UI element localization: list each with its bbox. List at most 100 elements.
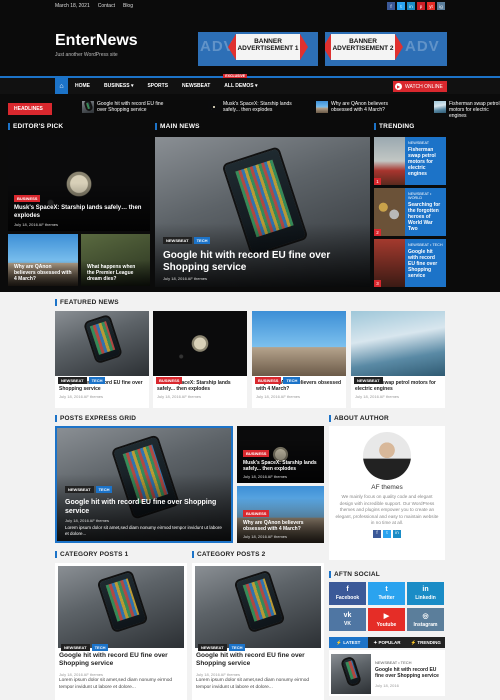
post-title[interactable]: Google hit with record EU fine over Shop… [196,652,320,668]
featured-news-title: FEATURED NEWS [55,299,119,306]
home-icon[interactable]: ⌂ [55,78,68,94]
post-excerpt: Lorem ipsum dolor sit amet,sed diam nonu… [59,678,173,690]
post-title[interactable]: Google hit with record EU fine over Shop… [408,249,443,279]
contact-link[interactable]: Contact [98,3,115,9]
facebook-icon[interactable]: f [387,2,395,10]
youtube-icon[interactable]: yt [427,2,435,10]
post-title[interactable]: Musk's SpaceX: Starship lands safely... … [243,460,318,472]
post-title[interactable]: Google hit with record EU fine over Shop… [59,652,183,668]
category-badge[interactable]: BUSINESS [14,195,41,202]
author-name: AF themes [371,484,403,491]
post-title[interactable]: Musk's SpaceX: Starship lands safely… th… [14,205,144,220]
youtube-button[interactable]: ▶ Youtube [368,608,405,631]
post-title[interactable]: Why are QAnon believers obsessed with 4 … [14,264,72,282]
express-grid-title: POSTS EXPRESS GRID [55,415,136,422]
nav-home[interactable]: HOME [68,78,97,94]
blog-link[interactable]: Blog [123,3,133,9]
vk-button[interactable]: vk VK [329,608,366,631]
twitter-icon[interactable]: t [383,529,391,538]
main-news-title: MAIN NEWS [155,123,200,130]
watch-online-button[interactable]: ▶ WATCH ONLINE [393,81,447,92]
ticker-item[interactable]: Musk's SpaceX: Starship lands safely... … [208,101,304,113]
post-title[interactable]: Google hit with record EU fine over Shop… [65,498,223,516]
nav-all-demos[interactable]: EXCLUSIVE ALL DEMOS ▾ [217,74,264,94]
post-meta: July 18, 2016 AF themes [163,276,208,281]
instagram-icon: ◎ [422,612,429,620]
banner-ad-1-label: BANNER ADVERTISEMENT 1 [228,34,308,60]
post-excerpt: Lorem ipsum dolor sit amet,sed diam nonu… [65,525,222,536]
facebook-icon[interactable]: f [373,529,381,538]
banner-ad-2[interactable]: ADV BANNER ADVERTISEMENT 2 [325,32,447,66]
category-post-card[interactable]: NEWSBEAT TECH Google hit with record EU f… [192,563,324,700]
post-title[interactable]: What happens when the Premier League dre… [87,264,144,282]
facebook-icon: f [346,586,349,593]
linkedin-icon[interactable]: in [407,2,415,10]
featured-card[interactable]: NEWSBEAT Fisherman swap petrol motors fo… [351,311,445,408]
editors-pick-small[interactable]: What happens when the Premier League dre… [81,234,150,286]
social-title: AFTN SOCIAL [329,571,380,578]
youtube-icon: ▶ [383,612,390,620]
nav-newsbeat[interactable]: NEWSBEAT [175,78,217,94]
ticker-item[interactable]: Why are QAnon believers obsessed with 4 … [316,101,404,113]
category-posts-2-title: CATEGORY POSTS 2 [192,551,265,558]
author-widget: AF themes We mainly focus on quality cod… [329,426,445,560]
featured-card[interactable]: BUSINESSTECH Why are QAnon believers obs… [252,311,346,408]
post-title[interactable]: Fisherman swap petrol motors for electri… [408,147,443,177]
facebook-button[interactable]: f Facebook [329,582,366,605]
ticker-item[interactable]: Fisherman swap petrol motors for electri… [434,101,500,119]
post-title[interactable]: Google hit with record EU fine over Shop… [163,250,362,274]
linkedin-icon: in [422,586,429,593]
express-side-card[interactable]: BUSINESS Why are QAnon believers obsessed… [237,486,324,543]
ticker-item[interactable]: Google hit with record EU fine over Shop… [82,101,172,113]
express-side-card[interactable]: BUSINESS Musk's SpaceX: Starship lands sa… [237,426,324,483]
category-badge[interactable]: TECH [193,237,211,244]
trending-rank: 1 [374,178,381,185]
nav-sports[interactable]: SPORTS [140,78,175,94]
tab-post-item[interactable]: NEWSBEAT • TECH Google hit with record E… [329,650,445,696]
fire-icon: ✦ [373,639,378,645]
date: March 18, 2021 [55,3,90,9]
category-badge[interactable]: NEWSBEAT [163,237,192,244]
editors-pick-small[interactable]: Why are QAnon believers obsessed with 4 … [8,234,78,286]
bolt-icon: ⚡ [410,639,417,645]
social-links: f t in p yt ig [387,2,445,10]
instagram-icon[interactable]: ig [437,2,445,10]
trending-item[interactable]: 1 NEWSBEAT Fisherman swap petrol motors f… [374,137,446,185]
site-tagline: Just another WordPress site [55,52,118,58]
site-header: EnterNews Just another WordPress site AD… [0,12,500,76]
category-post-card[interactable]: NEWSBEAT TECH Google hit with record EU f… [55,563,187,700]
featured-card[interactable]: NEWSBEATTECH Google hit with record EU f… [55,311,149,408]
main-news-card[interactable]: NEWSBEAT TECH Google hit with record EU f… [155,137,370,287]
exclusive-badge: EXCLUSIVE [223,74,248,78]
tab-latest[interactable]: ⚡ LATEST [329,637,368,648]
express-main-card[interactable]: NEWSBEAT TECH Google hit with record EU f… [55,426,233,543]
hero-section: EDITOR'S PICK MAIN NEWS TRENDING BUSINES… [0,120,500,292]
trending-item[interactable]: 2 NEWSBEAT • WORLD Searching for the forg… [374,188,446,236]
post-title[interactable]: Searching for the forgotten heroes of Wo… [408,202,443,232]
banner-ad-1[interactable]: ADVE BANNER ADVERTISEMENT 1 [198,32,318,66]
trending-item[interactable]: 3 NEWSBEAT • TECH Google hit with record … [374,239,446,287]
twitter-button[interactable]: t Twitter [368,582,405,605]
featured-card[interactable]: BUSINESS Musk's SpaceX: Starship lands s… [153,311,247,408]
play-icon: ▶ [395,83,402,90]
twitter-icon[interactable]: t [397,2,405,10]
banner-ad-2-label: BANNER ADVERTISEMENT 2 [325,34,403,60]
post-meta: July 18, 2016 AF themes [14,222,59,227]
site-logo[interactable]: EnterNews [55,32,138,50]
linkedin-button[interactable]: in Linkedin [407,582,444,605]
trending-title: TRENDING [374,123,415,130]
nav-business[interactable]: BUSINESS ▾ [97,78,140,94]
instagram-button[interactable]: ◎ Instagram [407,608,444,631]
vk-icon: vk [343,612,352,619]
category-posts-1-title: CATEGORY POSTS 1 [55,551,128,558]
post-title[interactable]: Why are QAnon believers obsessed with 4 … [243,520,318,532]
top-bar: March 18, 2021 Contact Blog f t in p yt … [0,0,500,12]
post-title[interactable]: Google hit with record EU fine over Shop… [375,667,441,679]
author-bio: We mainly focus on quality code and eleg… [335,494,439,525]
editors-pick-main[interactable]: BUSINESS Musk's SpaceX: Starship lands s… [8,137,150,231]
pinterest-icon[interactable]: p [417,2,425,10]
tab-popular[interactable]: ✦ POPULAR [367,637,407,648]
about-author-title: ABOUT AUTHOR [329,415,389,422]
linkedin-icon[interactable]: in [393,529,401,538]
tab-trending[interactable]: ⚡ TRENDING [406,637,446,648]
